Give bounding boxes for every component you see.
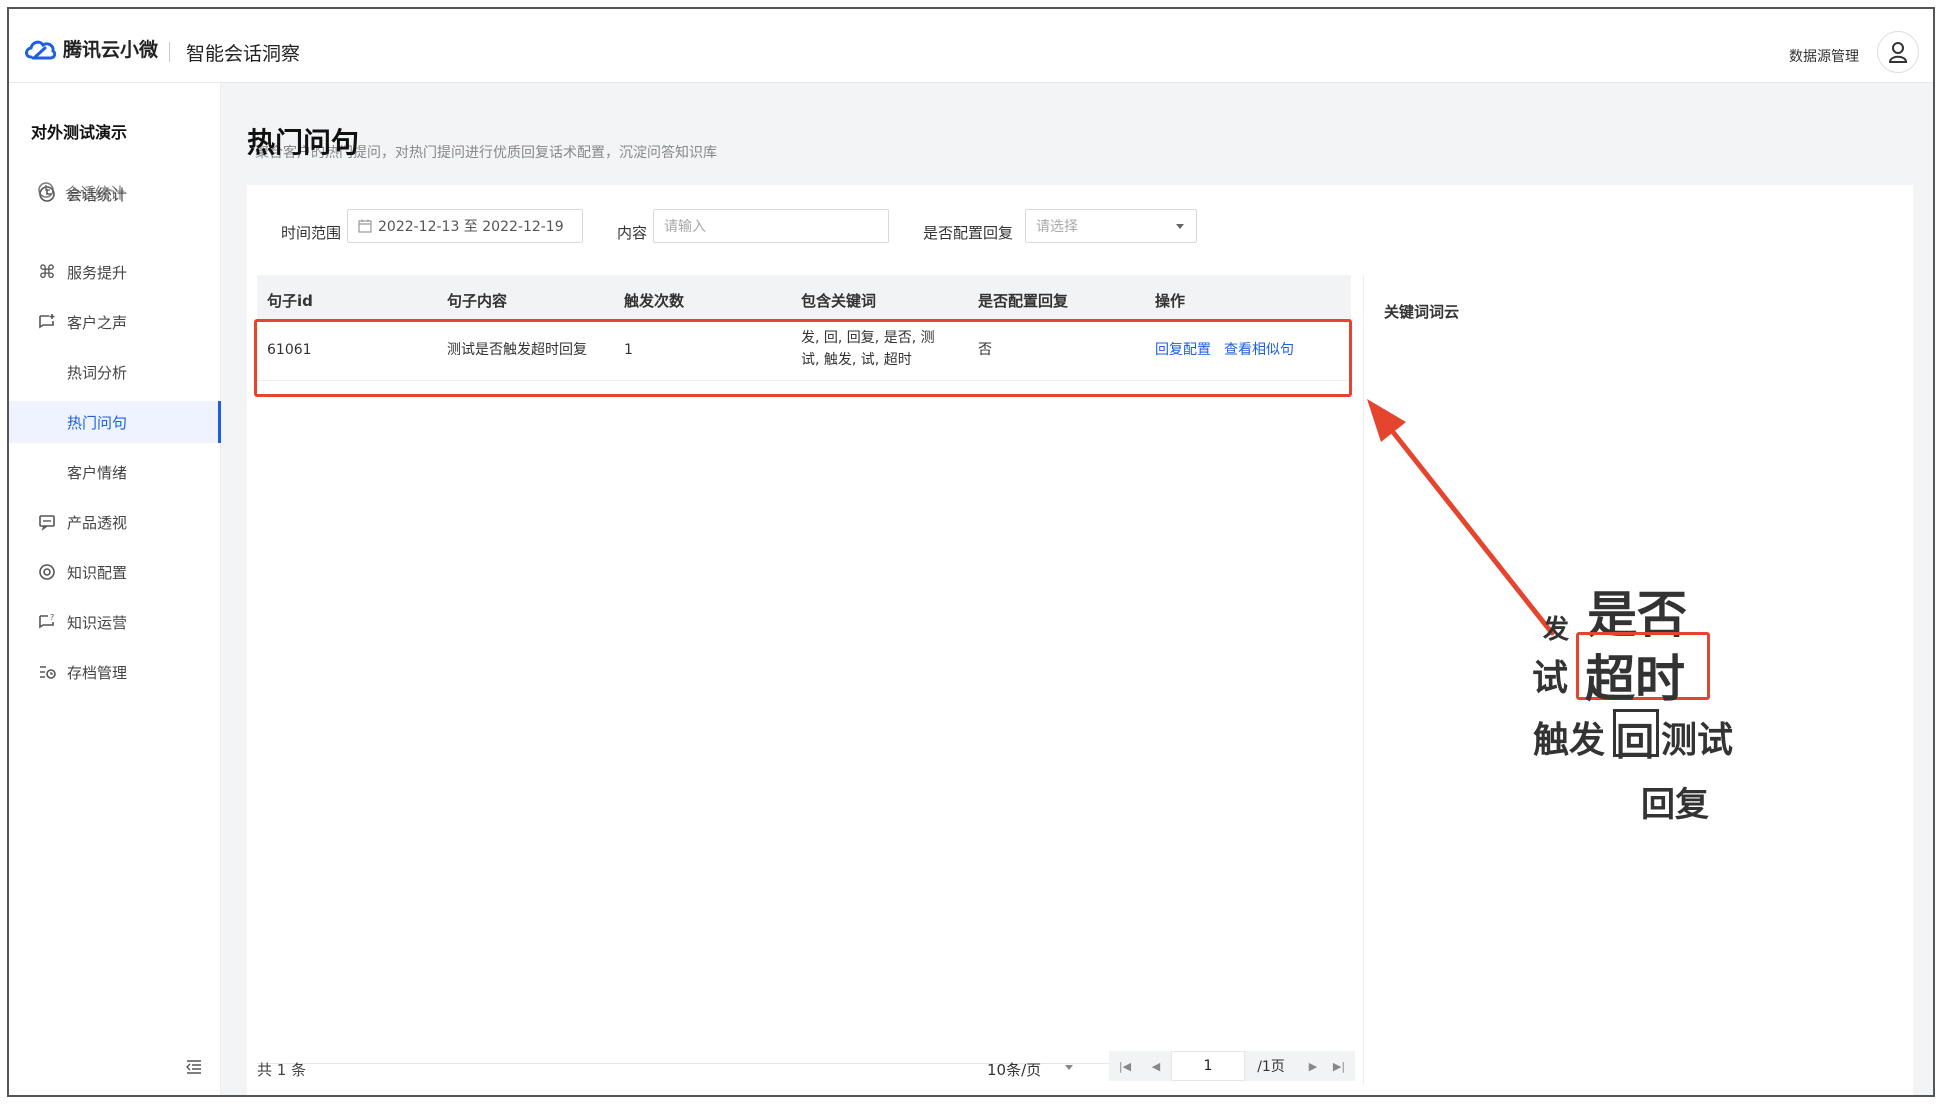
filter-bar: 时间范围 2022-12-13 至 2022-12-19 内容 请输入 是否配置… — [247, 185, 1913, 265]
sidebar-item-product[interactable]: 产品透视 — [9, 501, 221, 543]
cloud-word: 回复 — [1641, 785, 1709, 825]
date-range-picker[interactable]: 2022-12-13 至 2022-12-19 — [347, 209, 583, 243]
sidebar-item-label: 产品透视 — [67, 513, 128, 532]
ghost-label: 会话统计 — [65, 183, 126, 202]
collapse-menu-icon[interactable] — [185, 1059, 207, 1081]
table-header: 句子id 句子内容 触发次数 包含关键词 是否配置回复 操作 — [257, 275, 1351, 321]
sidebar-item-label: 热门问句 — [67, 413, 128, 432]
sidebar-item-label: 存档管理 — [67, 663, 128, 682]
svg-text:?: ? — [50, 613, 54, 622]
org-name: 对外测试演示 — [31, 123, 128, 142]
sidebar-item-knowledge-ops[interactable]: ? 知识运营 — [9, 601, 221, 643]
cloud-logo-icon — [25, 40, 57, 59]
chat-plus-icon — [37, 312, 57, 332]
sidebar-item-archive[interactable]: 存档管理 — [9, 651, 221, 693]
sidebar-item-label: 客户情绪 — [67, 463, 128, 482]
command-icon: ⌘ — [38, 261, 56, 283]
prev-page-icon[interactable]: ◀ — [1140, 1051, 1172, 1081]
sidebar-item-label: 客户之声 — [67, 313, 128, 332]
total-count: 共 1 条 — [257, 1061, 307, 1079]
col-sentence-id: 句子id — [267, 292, 313, 310]
col-actions: 操作 — [1155, 292, 1186, 310]
avatar[interactable] — [1877, 31, 1919, 73]
col-sentence-content: 句子内容 — [447, 292, 508, 310]
keyword-cloud-title: 关键词词云 — [1384, 303, 1460, 321]
date-range-value: 2022-12-13 至 2022-12-19 — [378, 219, 564, 235]
cloud-word: 回 — [1616, 720, 1655, 764]
cloud-word: 试 — [1532, 658, 1569, 699]
settings-icon — [37, 562, 57, 582]
header-divider — [169, 42, 170, 62]
cloud-word: 触发 — [1533, 720, 1606, 761]
sidebar-item-label: 热词分析 — [67, 363, 128, 382]
last-page-icon[interactable]: ▶| — [1323, 1051, 1355, 1081]
sidebar-item-label: 服务提升 — [67, 263, 128, 282]
calendar-icon — [358, 219, 372, 233]
content-placeholder: 请输入 — [664, 219, 706, 235]
chevron-down-icon — [1065, 1065, 1073, 1070]
brand-logo[interactable]: 腾讯云小微 — [23, 35, 158, 62]
sidebar-item-label: 知识运营 — [67, 613, 128, 632]
product-name: 智能会话洞察 — [186, 43, 301, 65]
reply-config-label: 是否配置回复 — [923, 224, 1014, 242]
first-page-icon[interactable]: |◀ — [1109, 1051, 1141, 1081]
col-keywords: 包含关键词 — [801, 292, 877, 310]
total-pages: /1页 — [1245, 1051, 1297, 1081]
pagination: 共 1 条 10条/页 |◀ ◀ 1 /1页 ▶ ▶| — [257, 1047, 1355, 1087]
page-size-select[interactable]: 10条/页 — [987, 1059, 1041, 1080]
app-window: 腾讯云小微 智能会话洞察 数据源管理 对外测试演示 会话统计 会话统计 ⌘ 服务… — [7, 7, 1935, 1097]
message-icon — [37, 512, 57, 532]
row-highlight-box — [254, 319, 1352, 397]
content-input[interactable]: 请输入 — [653, 209, 889, 243]
archive-icon — [37, 662, 57, 682]
cloud-word: 超时 — [1585, 650, 1685, 708]
questions-table: 句子id 句子内容 触发次数 包含关键词 是否配置回复 操作 61061 测试是… — [254, 275, 1352, 1075]
brand-name: 腾讯云小微 — [63, 39, 159, 61]
cloud-word: 测试 — [1661, 720, 1734, 761]
cloud-word: 发 — [1543, 615, 1570, 645]
chat-question-icon: ? — [37, 612, 57, 632]
chevron-down-icon — [1176, 224, 1184, 229]
reply-config-placeholder: 请选择 — [1036, 219, 1078, 235]
sidebar-item-service[interactable]: ⌘ 服务提升 — [9, 251, 221, 293]
sidebar-item-knowledge-config[interactable]: 知识配置 — [9, 551, 221, 593]
col-reply-configured: 是否配置回复 — [978, 292, 1069, 310]
sidebar-item-emotion[interactable]: 客户情绪 — [9, 451, 221, 493]
page-number-input[interactable]: 1 — [1171, 1051, 1245, 1081]
sidebar: 对外测试演示 会话统计 会话统计 ⌘ 服务提升 客户之声 热词分析 热门问句 客… — [9, 83, 221, 1095]
sidebar-item-voice[interactable]: 客户之声 — [9, 301, 221, 343]
col-trigger-count: 触发次数 — [624, 292, 685, 310]
time-range-label: 时间范围 — [281, 224, 342, 242]
sidebar-ghost-item: 会话统计 — [37, 181, 125, 203]
clock-icon — [37, 181, 55, 203]
reply-config-select[interactable]: 请选择 — [1025, 209, 1197, 243]
sidebar-item-hot-words[interactable]: 热词分析 — [9, 351, 221, 393]
top-bar: 腾讯云小微 智能会话洞察 数据源管理 — [9, 9, 1933, 83]
user-icon — [1888, 42, 1908, 63]
data-source-manage-link[interactable]: 数据源管理 — [1789, 46, 1859, 66]
sidebar-item-hot-questions[interactable]: 热门问句 — [9, 401, 221, 443]
page-title: 热门问句 — [247, 126, 360, 159]
sidebar-item-label: 知识配置 — [67, 563, 128, 582]
content-label: 内容 — [617, 224, 648, 242]
